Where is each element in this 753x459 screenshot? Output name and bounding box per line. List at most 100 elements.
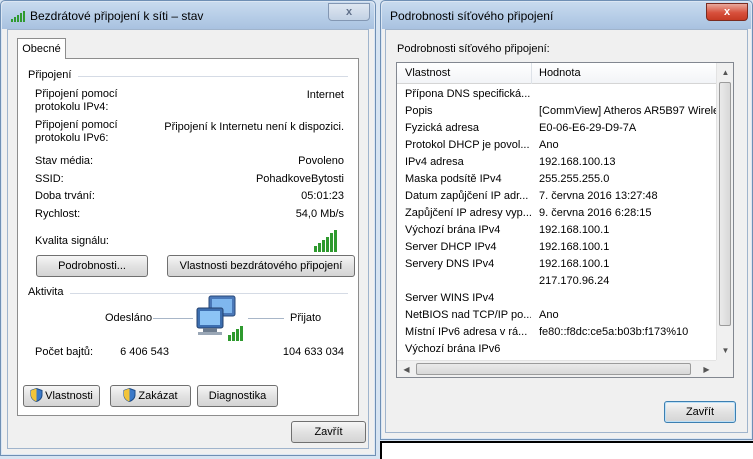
details-list-header: Vlastnost Hodnota: [397, 63, 716, 84]
table-row[interactable]: Přípona DNS specifická...: [397, 86, 716, 103]
connection-group-title: Připojení: [28, 69, 72, 81]
table-row[interactable]: NetBIOS nad TCP/IP po... Ano: [397, 307, 716, 324]
row-value: E0-06-E6-29-D9-7A: [539, 122, 637, 134]
ssid-label: SSID:: [35, 173, 64, 185]
column-separator[interactable]: [531, 63, 532, 84]
table-row[interactable]: Datum zapůjčení IP adr... 7. června 2016 …: [397, 188, 716, 205]
status-close-button[interactable]: Zavřít: [291, 421, 366, 443]
ipv6-label-line: Připojení pomocí protokolu IPv6:: [35, 119, 118, 144]
details-list[interactable]: Vlastnost Hodnota Přípona DNS specifická…: [396, 62, 734, 378]
received-label: Přijato: [290, 312, 322, 324]
horizontal-scroll-thumb[interactable]: [416, 363, 691, 375]
properties-button-label: Vlastnosti: [45, 390, 93, 402]
row-property: Datum zapůjčení IP adr...: [405, 190, 529, 202]
bytes-sent-value: 6 406 543: [120, 346, 169, 358]
column-header-value[interactable]: Hodnota: [539, 67, 581, 79]
row-value: 255.255.255.0: [539, 173, 610, 185]
table-row[interactable]: Fyzická adresa E0-06-E6-29-D9-7A: [397, 120, 716, 137]
scroll-up-arrow-icon[interactable]: ▲: [718, 65, 733, 80]
ipv4-value: Internet: [306, 89, 344, 101]
column-header-property[interactable]: Vlastnost: [405, 67, 450, 79]
status-window-title: Bezdrátové připojení k síti – stav: [30, 9, 204, 23]
vertical-scrollbar[interactable]: ▲ ▼: [716, 63, 733, 360]
vertical-scroll-thumb[interactable]: [719, 82, 731, 326]
scroll-down-arrow-icon[interactable]: ▼: [718, 343, 733, 358]
general-tab-panel: Připojení Připojení pomocí protokolu IPv…: [17, 58, 359, 416]
uac-shield-icon: [123, 388, 136, 402]
table-row[interactable]: Maska podsítě IPv4 255.255.255.0: [397, 171, 716, 188]
properties-button[interactable]: Vlastnosti: [23, 385, 100, 407]
activity-group-title: Aktivita: [28, 286, 64, 298]
close-icon[interactable]: x: [706, 3, 748, 21]
row-property: Popis: [405, 105, 433, 117]
row-property: Přípona DNS specifická...: [405, 88, 531, 100]
network-computers-icon: [196, 295, 243, 341]
signal-quality-label: Kvalita signálu:: [35, 235, 109, 247]
row-property: Místní IPv6 adresa v rá...: [405, 326, 528, 338]
horizontal-scrollbar[interactable]: ◀ ▶: [397, 360, 716, 377]
scrollbar-corner: [716, 360, 733, 377]
wireless-signal-icon: [11, 11, 25, 22]
bytes-label: Počet bajtů:: [35, 346, 94, 358]
details-window-title: Podrobnosti síťového připojení: [390, 9, 554, 23]
row-value: 192.168.100.1: [539, 224, 610, 236]
table-row[interactable]: Výchozí brána IPv6: [397, 341, 716, 358]
sent-label: Odesláno: [105, 312, 153, 324]
row-property: NetBIOS nad TCP/IP po...: [405, 309, 531, 321]
details-button[interactable]: Podrobnosti...: [36, 255, 148, 277]
details-subtitle: Podrobnosti síťového připojení:: [397, 43, 550, 55]
row-value: fe80::f8dc:ce5a:b03b:f173%10: [539, 326, 689, 338]
table-row[interactable]: Server WINS IPv4: [397, 290, 716, 307]
row-property: Maska podsítě IPv4: [405, 173, 502, 185]
sent-line: [153, 318, 193, 319]
ipv4-label: Připojení pomocí protokolu IPv4:: [35, 88, 118, 114]
close-icon[interactable]: x: [328, 3, 370, 21]
media-state-value: Povoleno: [298, 155, 344, 167]
scroll-right-arrow-icon[interactable]: ▶: [699, 362, 714, 377]
received-line: [248, 318, 284, 319]
row-value: Ano: [539, 139, 559, 151]
table-row[interactable]: Popis [CommView] Atheros AR5B97 Wireles: [397, 103, 719, 120]
disable-button-label: Zakázat: [138, 390, 178, 402]
speed-value: 54,0 Mb/s: [295, 208, 344, 220]
row-value: 192.168.100.1: [539, 258, 610, 270]
table-row[interactable]: Výchozí brána IPv4 192.168.100.1: [397, 222, 716, 239]
table-row[interactable]: Server DHCP IPv4 192.168.100.1: [397, 239, 716, 256]
bytes-received-value: 104 633 034: [282, 346, 344, 358]
signal-quality-icon: [314, 230, 337, 252]
wireless-properties-button[interactable]: Vlastnosti bezdrátového připojení: [167, 255, 355, 277]
row-value: [CommView] Atheros AR5B97 Wireles: [539, 105, 719, 117]
table-row[interactable]: IPv4 adresa 192.168.100.13: [397, 154, 716, 171]
row-property: Server DHCP IPv4: [405, 241, 497, 253]
details-window-titlebar[interactable]: Podrobnosti síťového připojení x: [382, 2, 751, 29]
row-property: Výchozí brána IPv4: [405, 224, 501, 236]
table-row[interactable]: 217.170.96.24: [397, 273, 716, 290]
row-property: Výchozí brána IPv6: [405, 343, 501, 355]
ssid-value: PohadkoveBytosti: [255, 173, 344, 185]
scroll-left-arrow-icon[interactable]: ◀: [399, 362, 414, 377]
details-window: Podrobnosti síťového připojení x Podrobn…: [380, 0, 753, 440]
details-window-client: Podrobnosti síťového připojení: Vlastnos…: [385, 29, 748, 433]
disable-button[interactable]: Zakázat: [110, 385, 191, 407]
table-row[interactable]: Servery DNS IPv4 192.168.100.1: [397, 256, 716, 273]
duration-label: Doba trvání:: [35, 190, 95, 202]
row-property: Server WINS IPv4: [405, 292, 495, 304]
table-row[interactable]: Zapůjčení IP adresy vyp... 9. června 2016…: [397, 205, 716, 222]
status-window-client: Obecné Připojení Připojení pomocí protok…: [7, 29, 369, 449]
row-value: 192.168.100.13: [539, 156, 616, 168]
ipv6-label: Připojení pomocí protokolu IPv6:: [35, 119, 118, 145]
row-value: 7. června 2016 13:27:48: [539, 190, 658, 202]
background-window-edge: [380, 441, 753, 459]
row-property: Protokol DHCP je povol...: [405, 139, 530, 151]
row-property: IPv4 adresa: [405, 156, 464, 168]
row-property: Servery DNS IPv4: [405, 258, 495, 270]
ipv4-label-line: Připojení pomocí protokolu IPv4:: [35, 88, 118, 113]
diagnose-button[interactable]: Diagnostika: [197, 385, 278, 407]
tab-general[interactable]: Obecné: [17, 38, 66, 59]
row-value: Ano: [539, 309, 559, 321]
table-row[interactable]: Místní IPv6 adresa v rá... fe80::f8dc:ce5…: [397, 324, 716, 341]
table-row[interactable]: Protokol DHCP je povol... Ano: [397, 137, 716, 154]
row-property: Fyzická adresa: [405, 122, 479, 134]
details-close-button[interactable]: Zavřít: [664, 401, 736, 423]
status-window-titlebar[interactable]: Bezdrátové připojení k síti – stav x: [2, 2, 374, 29]
